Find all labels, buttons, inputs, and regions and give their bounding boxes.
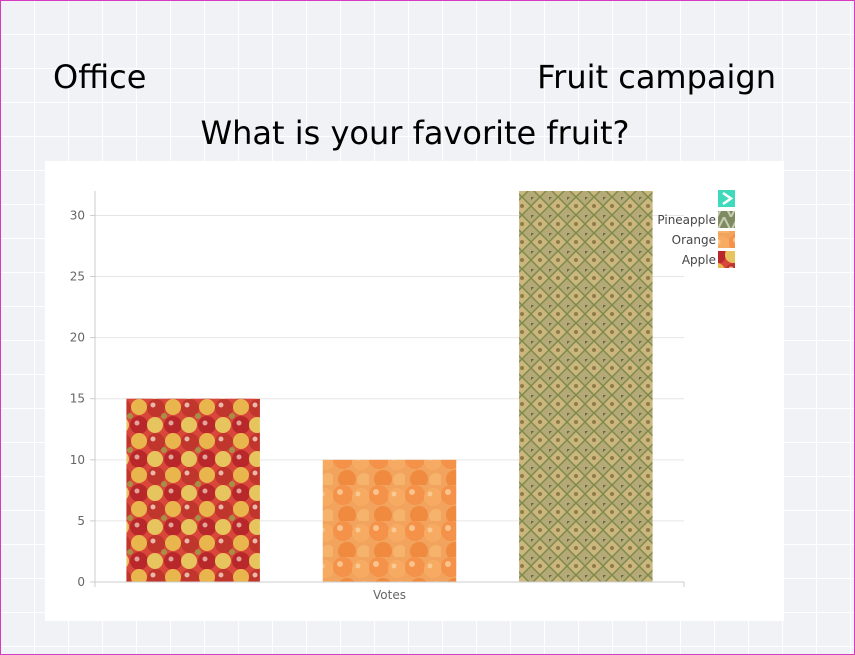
legend-label-apple[interactable]: Apple — [682, 253, 716, 267]
office-title: Office — [53, 58, 147, 96]
chart-card: 0 5 10 15 20 25 30 Votes Pineapple Orange Apple — [45, 161, 784, 621]
legend-swatch-orange[interactable] — [718, 231, 735, 248]
legend-swatch-pineapple[interactable] — [718, 211, 735, 228]
legend-swatch-apple[interactable] — [718, 251, 735, 268]
y-tick-label: 25 — [70, 270, 85, 284]
question-title: What is your favorite fruit? — [200, 114, 630, 152]
y-tick-label: 20 — [70, 331, 85, 345]
x-axis-label: Votes — [373, 588, 406, 602]
bar-apple[interactable] — [126, 398, 260, 582]
legend-label-orange[interactable]: Orange — [672, 233, 716, 247]
y-tick-label: 0 — [77, 575, 85, 589]
bar-pineapple[interactable] — [519, 191, 653, 582]
campaign-title: Fruit campaign — [537, 58, 776, 96]
bar-orange[interactable] — [322, 459, 457, 582]
y-tick-label: 30 — [70, 208, 85, 222]
y-tick-label: 5 — [77, 514, 85, 528]
bar-chart: 0 5 10 15 20 25 30 Votes Pineapple Orange Apple — [70, 190, 735, 602]
y-tick-label: 15 — [70, 392, 85, 406]
y-tick-label: 10 — [70, 453, 85, 467]
legend-label-pineapple[interactable]: Pineapple — [657, 213, 716, 227]
